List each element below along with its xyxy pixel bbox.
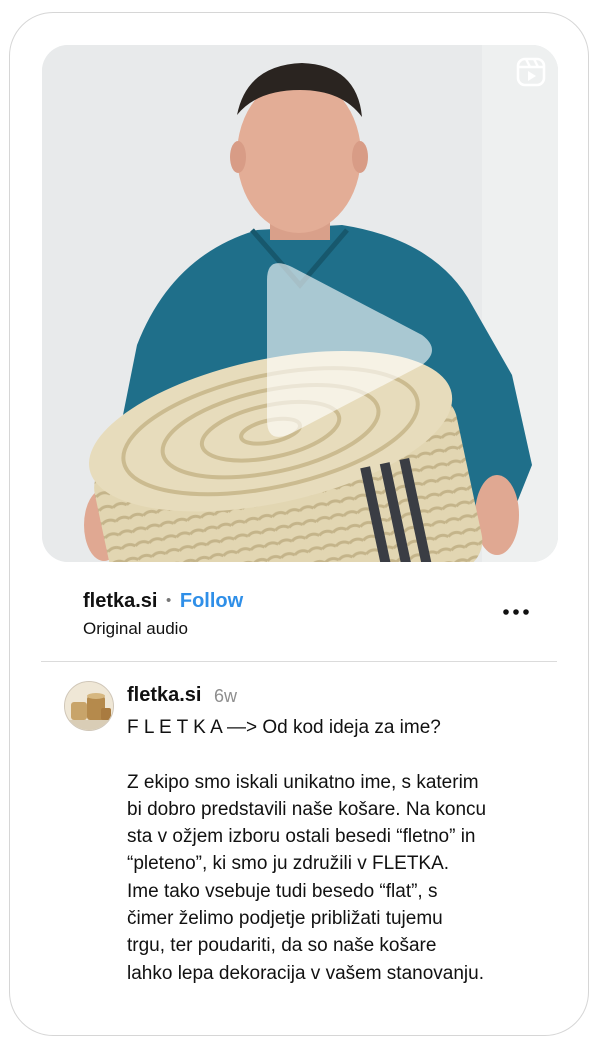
follow-button[interactable]: Follow [180,590,243,612]
separator-dot: • [166,592,172,609]
post-author-row: fletka.si • Follow [83,590,243,616]
play-icon[interactable] [247,255,437,445]
reel-video[interactable] [42,45,558,562]
avatar[interactable] [64,681,114,731]
comment-text: F L E T K A —> Od kod ideja za ime? Z ek… [127,717,487,984]
post-username[interactable]: fletka.si [83,590,157,612]
more-options-icon[interactable] [498,598,534,626]
reels-icon [516,57,546,87]
comment-username[interactable]: fletka.si [127,684,201,707]
audio-label[interactable]: Original audio [83,619,188,639]
avatar-basket-image [65,682,113,730]
comment-timestamp: 6w [214,686,238,706]
divider [41,661,557,662]
